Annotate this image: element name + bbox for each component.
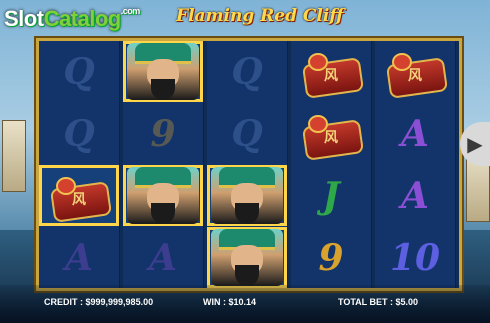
symbol-cell	[207, 165, 287, 226]
reel-4: 风风J9	[291, 41, 372, 288]
reel-5: 风 A A 10	[375, 41, 456, 288]
reel-frame: Q Q 风 A 9 A Q Q 风风 J 9 风 A A 10	[36, 38, 462, 291]
reel-2: 9A	[123, 41, 204, 288]
symbol-cell	[123, 165, 203, 226]
symbol-cell: A	[375, 103, 455, 164]
symbol-cell: Q	[39, 41, 119, 102]
credit-value: $999,999,985.00	[85, 297, 154, 307]
logo-com: .com	[120, 6, 141, 16]
card-symbol-q: Q	[63, 112, 95, 155]
symbol-cell: 9	[291, 227, 371, 288]
symbol-cell	[207, 227, 287, 288]
seal-symbol-icon: 风	[300, 113, 365, 161]
card-symbol-a: A	[65, 236, 93, 279]
card-symbol-10: 10	[389, 236, 441, 279]
credit-label: CREDIT :	[44, 297, 83, 307]
slotcatalog-logo: SlotCatalog.com	[4, 6, 140, 32]
symbol-cell: A	[123, 227, 203, 288]
symbol-cell: 风	[39, 165, 119, 226]
logo-slot: Slot	[4, 6, 44, 31]
warrior-symbol-icon	[127, 43, 199, 100]
symbol-cell	[123, 41, 203, 102]
win-value: $10.14	[228, 297, 257, 307]
seal-glyph: 风	[408, 67, 422, 84]
symbol-cell: Q	[39, 103, 119, 164]
symbol-cell: Q	[207, 103, 287, 164]
seal-glyph: 风	[324, 129, 338, 146]
symbol-cell: J	[291, 165, 371, 226]
symbol-cell: A	[375, 165, 455, 226]
card-symbol-j: J	[322, 174, 340, 217]
seal-glyph: 风	[72, 191, 86, 208]
seal-symbol-icon: 风	[384, 51, 449, 99]
card-symbol-a: A	[401, 112, 429, 155]
seal-symbol-icon: 风	[300, 51, 365, 99]
card-symbol-9: 9	[150, 112, 176, 155]
credit-display: CREDIT : $999,999,985.00	[44, 297, 153, 307]
seal-glyph: 风	[324, 67, 338, 84]
warrior-symbol-icon	[211, 229, 283, 286]
symbol-cell: 10	[375, 227, 455, 288]
symbol-cell: 风	[291, 41, 371, 102]
reel-1: QQ 风 A	[39, 41, 120, 288]
symbol-cell: 风	[291, 103, 371, 164]
win-label: WIN :	[203, 297, 226, 307]
symbol-cell: 9	[123, 103, 203, 164]
card-symbol-a: A	[401, 174, 429, 217]
logo-catalog: Catalog	[43, 6, 122, 31]
warrior-symbol-icon	[127, 167, 199, 224]
reel-3: QQ	[207, 41, 288, 288]
warrior-symbol-icon	[211, 167, 283, 224]
total-bet-display: TOTAL BET : $5.00	[338, 297, 418, 307]
seal-symbol-icon: 风	[48, 175, 113, 223]
bet-value: $5.00	[395, 297, 419, 307]
game-title: Flaming Red Cliff	[176, 6, 344, 26]
symbol-cell: A	[39, 227, 119, 288]
card-symbol-9: 9	[318, 236, 344, 279]
card-symbol-a: A	[149, 236, 177, 279]
card-symbol-q: Q	[231, 50, 263, 93]
card-symbol-q: Q	[63, 50, 95, 93]
bet-label: TOTAL BET :	[338, 297, 393, 307]
symbol-cell: 风	[375, 41, 455, 102]
symbol-cell: Q	[207, 41, 287, 102]
card-symbol-q: Q	[231, 112, 263, 155]
ship-left	[2, 120, 26, 192]
win-display: WIN : $10.14	[203, 297, 256, 307]
